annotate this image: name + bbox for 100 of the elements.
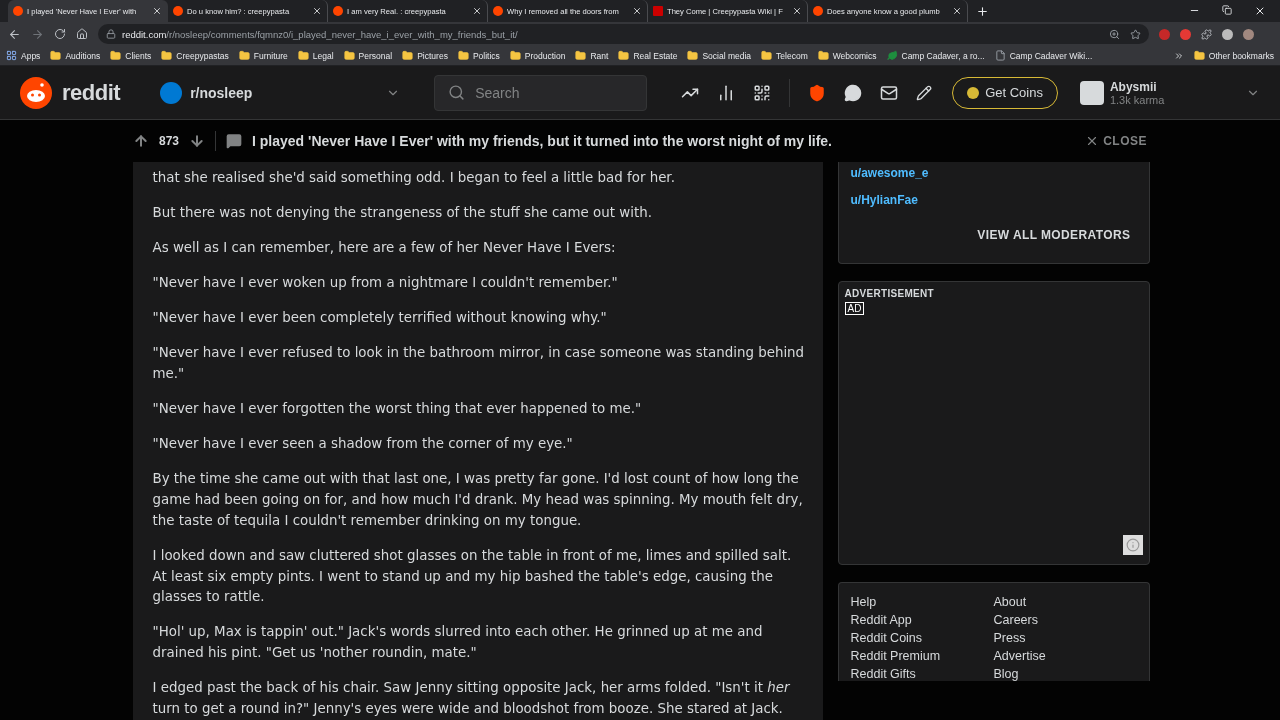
folder-icon: [575, 50, 587, 61]
post-paragraph: I edged past the back of his chair. Saw Jenny sitting opposite Jack, her arms folded. "Isn't it her turn to get a round in?" Jenny's eyes were wide and bloodshot from booze. She stared at Jack.: [152, 679, 791, 718]
folder-icon: [761, 50, 773, 61]
close-icon[interactable]: [152, 6, 162, 16]
footer-link[interactable]: Reddit Gifts: [850, 667, 994, 681]
bookmark[interactable]: Clients: [110, 50, 152, 61]
page-icon: [994, 50, 1006, 61]
ad-badge: AD: [844, 302, 865, 315]
zoom-icon[interactable]: [1109, 28, 1120, 40]
footer-link[interactable]: Reddit Coins: [850, 631, 994, 645]
close-button[interactable]: CLOSE: [1079, 133, 1153, 149]
folder-icon: [161, 50, 173, 61]
star-icon[interactable]: [1130, 28, 1141, 40]
close-icon[interactable]: [1254, 5, 1266, 17]
new-tab-icon[interactable]: [976, 4, 989, 18]
bookmark[interactable]: Telecom: [761, 50, 808, 61]
community-dropdown[interactable]: r/nosleep: [160, 81, 401, 104]
bookmark[interactable]: Camp Cadaver, a ro...: [886, 50, 985, 61]
post-title: I played 'Never Have I Ever' with my friends, but it turned into the worst night of my life.: [252, 133, 833, 149]
bookmark[interactable]: Real Estate: [618, 50, 678, 61]
bookmark[interactable]: Personal: [343, 50, 393, 61]
advertisement-label: ADVERTISEMENT: [844, 288, 934, 299]
post-paragraph: But there was not denying the strangeness of the stuff she came out with.: [152, 204, 653, 223]
close-icon[interactable]: [472, 6, 482, 16]
info-icon[interactable]: [1122, 535, 1143, 555]
folder-icon: [50, 50, 62, 61]
post-paragraph: that she realised she'd said something odd. I began to feel a little bad for her.: [152, 169, 676, 187]
shield-icon[interactable]: [808, 83, 827, 102]
footer-link[interactable]: Careers: [993, 613, 1137, 627]
reddit-favicon: [333, 6, 343, 16]
footer-link[interactable]: About: [993, 595, 1137, 609]
bookmark[interactable]: Furniture: [238, 50, 288, 61]
puzzle-icon[interactable]: [1201, 28, 1212, 40]
pencil-icon[interactable]: [916, 84, 933, 101]
bookmark[interactable]: Rant: [575, 50, 609, 61]
bookmark[interactable]: Auditions: [50, 50, 101, 61]
extension-icon[interactable]: [1180, 28, 1191, 40]
restore-icon[interactable]: [1222, 5, 1232, 15]
footer-link[interactable]: Press: [993, 631, 1137, 645]
post-paragraph: "Never have I ever woken up from a nightmare I couldn't remember.": [152, 274, 619, 293]
bookmark[interactable]: Social media: [687, 50, 752, 61]
folder-icon: [402, 50, 414, 61]
vote-count: 873: [159, 134, 180, 148]
bookmark[interactable]: Production: [509, 50, 566, 61]
reddit-favicon: [493, 6, 503, 16]
extension-icon[interactable]: [1222, 28, 1233, 40]
close-icon[interactable]: [792, 6, 802, 16]
folder-icon: [687, 50, 699, 61]
forward-icon[interactable]: [31, 27, 44, 41]
folder-icon: [817, 50, 829, 61]
chat-icon[interactable]: [844, 83, 863, 102]
footer-link[interactable]: Help: [850, 595, 994, 609]
bookmark[interactable]: Camp Cadaver Wiki...: [994, 50, 1093, 61]
grid-icon[interactable]: [753, 83, 772, 102]
bookmark[interactable]: Pictures: [402, 50, 448, 61]
folder-icon: [1193, 50, 1205, 61]
post-paragraph: "Never have I ever refused to look in the bathroom mirror, in case someone was standing behind me.": [152, 344, 805, 384]
folder-icon: [110, 50, 122, 61]
user-menu[interactable]: Abysmii 1.3k karma: [1079, 79, 1260, 106]
reddit-logo-icon[interactable]: [20, 76, 52, 109]
lock-icon: [106, 29, 116, 39]
footer-link[interactable]: Reddit App: [850, 613, 994, 627]
bookmark[interactable]: Legal: [297, 50, 334, 61]
footer-link[interactable]: Advertise: [993, 649, 1137, 663]
comment-icon: [226, 133, 243, 149]
back-icon[interactable]: [8, 27, 21, 41]
bookmark[interactable]: Creepypastas: [161, 50, 229, 61]
footer-link[interactable]: Reddit Premium: [850, 649, 994, 663]
moderator-link[interactable]: u/HylianFae: [850, 193, 1137, 207]
folder-icon: [618, 50, 630, 61]
folder-icon: [297, 50, 309, 61]
mail-icon[interactable]: [880, 83, 899, 102]
reddit-favicon: [173, 6, 183, 16]
moderator-link[interactable]: u/awesome_e: [850, 166, 1137, 180]
post-paragraph: I looked down and saw cluttered shot glasses on the table in front of me, limes and spilled salt. At least six empty pints. I went to stand up and my hip bashed the table's edge, causing the glasses to rattle.: [152, 546, 793, 607]
bookmark[interactable]: Webcomics: [817, 50, 877, 61]
view-all-moderators-button[interactable]: VIEW ALL MODERATORS: [971, 227, 1137, 243]
profile-icon[interactable]: [1243, 28, 1254, 40]
address-bar[interactable]: reddit.com/r/nosleep/comments/fqmnz0/i_played_never_have_i_ever_with_my_friends_but_it/: [98, 24, 1149, 44]
leaf-icon: [886, 50, 898, 61]
post-paragraph: "Never have I ever seen a shadow from the corner of my eye.": [152, 435, 574, 454]
close-icon[interactable]: [312, 6, 322, 16]
reddit-wordmark[interactable]: reddit: [62, 79, 121, 106]
post-paragraph: "Never have I ever been completely terrified without knowing why.": [152, 309, 608, 328]
search-field[interactable]: Search: [434, 74, 648, 111]
wiki-favicon: [653, 6, 663, 16]
home-icon[interactable]: [76, 28, 88, 40]
folder-icon: [509, 50, 521, 61]
bookmark[interactable]: Politics: [457, 50, 500, 61]
post-paragraph: "Never have I ever forgotten the worst thing that ever happened to me.": [152, 400, 643, 419]
bookmark[interactable]: Apps: [6, 50, 41, 61]
reload-icon[interactable]: [54, 28, 66, 40]
upvote-icon[interactable]: [133, 133, 149, 149]
more-icon[interactable]: [1173, 50, 1184, 61]
footer-link[interactable]: Blog: [993, 667, 1137, 681]
close-icon[interactable]: [952, 6, 962, 16]
post-paragraph: By the time she came out with that last one, I was pretty far gone. I'd lost count of how long the game had been going on for, and how much I'd drank. My head was spinning. My mouth felt dry, the taste of tequila I couldn't remember drinking on my tongue.: [152, 470, 804, 530]
bookmark-folder[interactable]: Other bookmarks: [1193, 50, 1274, 61]
close-icon[interactable]: [632, 6, 642, 16]
folder-icon: [238, 50, 250, 61]
